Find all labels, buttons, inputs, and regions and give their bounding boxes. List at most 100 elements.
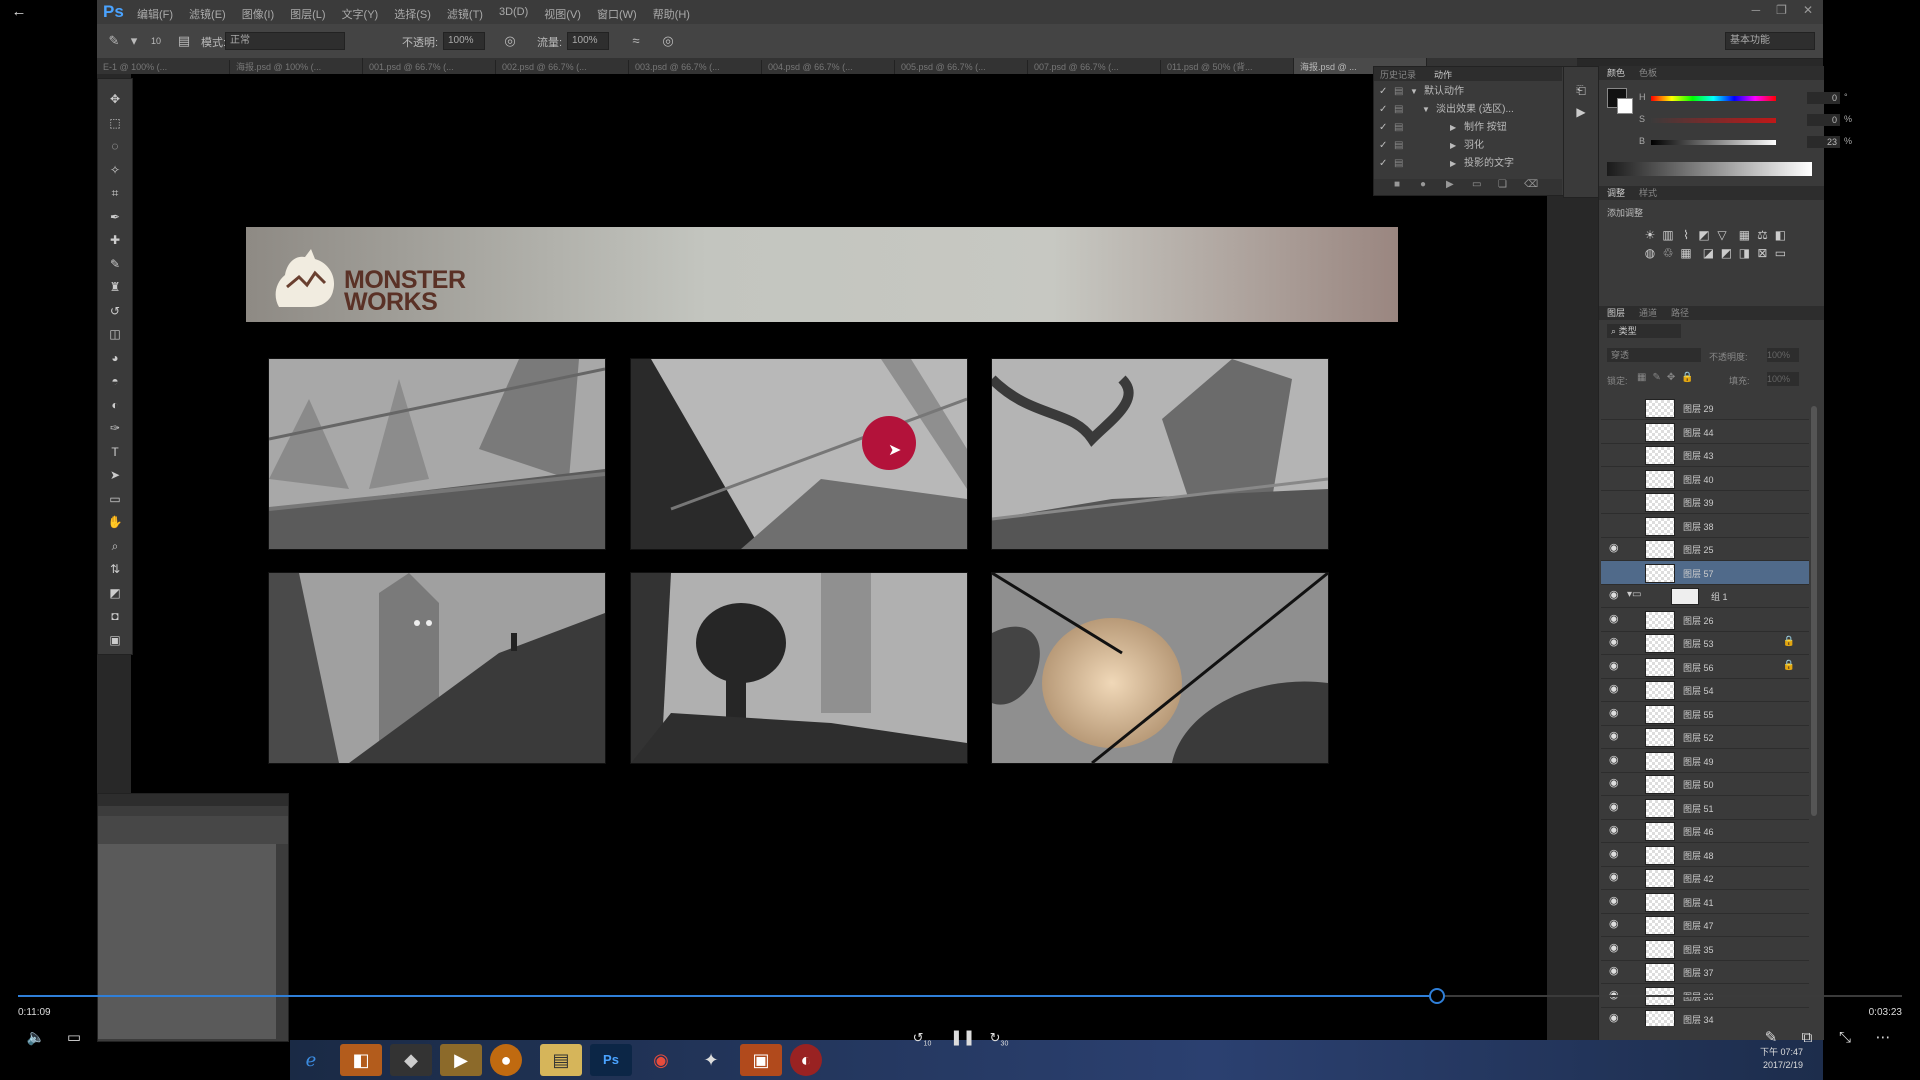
visibility-eye-icon[interactable]: ◉ — [1609, 870, 1623, 884]
shape-tool-icon[interactable]: ▭ — [107, 491, 123, 507]
zoom-tool-icon[interactable]: ⌕ — [107, 538, 123, 554]
system-clock[interactable]: 下午 07:47 2017/2/19 — [1760, 1046, 1803, 1072]
tab-layers[interactable]: 图层 — [1607, 306, 1625, 319]
menu-item[interactable]: 滤镜(E) — [189, 6, 226, 22]
app-icon-6[interactable]: ◐ — [790, 1044, 822, 1076]
visibility-eye-icon[interactable]: ◉ — [1609, 541, 1623, 555]
document-tab[interactable]: 002.psd @ 66.7% (... — [496, 60, 629, 74]
black-white-icon[interactable]: ◧ — [1771, 226, 1789, 244]
media-player-icon[interactable]: ▶ — [440, 1044, 482, 1076]
saturation-slider[interactable] — [1651, 118, 1776, 123]
dialog-toggle-icon[interactable]: ▤ — [1394, 101, 1403, 118]
visibility-eye-icon[interactable]: ◉ — [1609, 612, 1623, 626]
expand-icon[interactable]: ▶ — [1450, 137, 1456, 154]
layer-row[interactable]: 图层 44 — [1601, 420, 1809, 444]
exposure-icon[interactable]: ◩ — [1695, 226, 1713, 244]
expand-icon[interactable]: ▼ — [1422, 101, 1430, 118]
layer-row[interactable]: 图层 40 — [1601, 467, 1809, 491]
photo-filter-icon[interactable]: ◍ — [1641, 244, 1659, 262]
document-tab[interactable]: 007.psd @ 66.7% (... — [1028, 60, 1161, 74]
layer-row[interactable]: ◉ 图层 46 — [1601, 819, 1809, 843]
crop-tool-icon[interactable]: ⌗ — [107, 185, 123, 201]
photoshop-taskbar-icon[interactable]: Ps — [590, 1044, 632, 1076]
visibility-eye-icon[interactable] — [1609, 494, 1623, 508]
color-lookup-icon[interactable]: ▦ — [1677, 244, 1695, 262]
dodge-tool-icon[interactable]: ◐ — [107, 397, 123, 413]
menu-item[interactable]: 3D(D) — [499, 6, 528, 22]
saturation-value[interactable]: 0 — [1807, 114, 1840, 126]
visibility-eye-icon[interactable]: ◉ — [1609, 776, 1623, 790]
screen-mode-icon[interactable]: ▣ — [107, 632, 123, 648]
skip-back-button[interactable]: ↺10 — [911, 1028, 933, 1048]
check-icon[interactable]: ✓ — [1379, 101, 1387, 118]
layer-row[interactable]: 图层 39 — [1601, 490, 1809, 514]
captions-icon[interactable]: ▭ — [63, 1028, 85, 1048]
move-tool-icon[interactable]: ✥ — [107, 91, 123, 107]
check-icon[interactable]: ✓ — [1379, 119, 1387, 136]
layer-row[interactable]: ◉ 图层 42 — [1601, 866, 1809, 890]
canvas-area[interactable] — [131, 74, 1547, 1040]
visibility-eye-icon[interactable]: ◉ — [1609, 964, 1623, 978]
more-options-icon[interactable]: ⋯ — [1872, 1028, 1894, 1048]
chrome-icon[interactable]: ◉ — [640, 1044, 682, 1076]
curves-icon[interactable]: ⌇ — [1677, 226, 1695, 244]
marquee-tool-icon[interactable]: ⬚ — [107, 115, 123, 131]
pen-tool-icon[interactable]: ✑ — [107, 420, 123, 436]
dialog-toggle-icon[interactable]: ▤ — [1394, 155, 1403, 172]
color-swatches-icon[interactable]: ◩ — [107, 585, 123, 601]
progress-knob[interactable] — [1428, 988, 1445, 1004]
gradient-map-icon[interactable]: ▭ — [1771, 244, 1789, 262]
document-tab[interactable]: 011.psd @ 50% (背... — [1161, 58, 1294, 74]
layer-row[interactable]: 图层 29 — [1601, 396, 1809, 420]
ie-icon[interactable]: ℯ — [290, 1044, 332, 1076]
action-row[interactable]: ✓ ▤ ▶ 羽化 — [1374, 137, 1562, 154]
tab-color[interactable]: 颜色 — [1607, 66, 1625, 79]
layer-row[interactable]: ◉ 图层 56 🔒 — [1601, 655, 1809, 679]
expand-icon[interactable]: ▶ — [1450, 155, 1456, 172]
color-ramp[interactable] — [1607, 162, 1812, 176]
history-brush-icon[interactable]: ↺ — [107, 303, 123, 319]
visibility-eye-icon[interactable]: ◉ — [1609, 917, 1623, 931]
tab-styles[interactable]: 样式 — [1639, 186, 1657, 199]
threshold-icon[interactable]: ◨ — [1735, 244, 1753, 262]
eyedropper-icon[interactable]: ✒ — [107, 209, 123, 225]
hue-slider[interactable] — [1651, 96, 1776, 101]
blur-tool-icon[interactable]: ◓ — [107, 373, 123, 389]
app-icon-2[interactable]: ◆ — [390, 1044, 432, 1076]
brightness-value[interactable]: 23 — [1807, 136, 1840, 148]
back-arrow-icon[interactable]: ← — [8, 2, 30, 22]
new-action-icon[interactable]: ❏ — [1498, 179, 1507, 190]
invert-icon[interactable]: ◪ — [1699, 244, 1717, 262]
history-panel-icon[interactable]: ⎗ — [1572, 81, 1590, 99]
menu-item[interactable]: 窗口(W) — [597, 6, 637, 22]
layer-row[interactable]: 图层 43 — [1601, 443, 1809, 467]
layer-opacity-input[interactable]: 100% — [1767, 348, 1799, 362]
folder-icon[interactable]: ▾▭ — [1627, 589, 1641, 600]
visibility-eye-icon[interactable]: ◉ — [1609, 706, 1623, 720]
actions-panel-icon[interactable]: ▶ — [1572, 103, 1590, 121]
visibility-eye-icon[interactable]: ◉ — [1609, 800, 1623, 814]
document-tab[interactable]: 003.psd @ 66.7% (... — [629, 60, 762, 74]
folder-icon[interactable]: ▭ — [1472, 179, 1481, 190]
layer-row[interactable]: 图层 57 — [1601, 560, 1809, 585]
action-row[interactable]: ✓ ▤ ▶ 制作 按钮 — [1374, 119, 1562, 136]
visibility-eye-icon[interactable] — [1609, 518, 1623, 532]
action-row[interactable]: ✓ ▤ ▼ 默认动作 — [1374, 83, 1562, 100]
tab-swatches[interactable]: 色板 — [1639, 66, 1657, 79]
layer-row[interactable]: ◉ 图层 55 — [1601, 702, 1809, 726]
stamp-tool-icon[interactable]: ♜ — [107, 279, 123, 295]
file-explorer-icon[interactable]: ▤ — [540, 1044, 582, 1076]
paint-bucket-icon[interactable]: ◕ — [107, 350, 123, 366]
chevron-down-icon[interactable]: ▾ — [125, 32, 143, 50]
visibility-eye-icon[interactable]: ◉ — [1609, 659, 1623, 673]
hue-saturation-icon[interactable]: ▦ — [1735, 226, 1753, 244]
layer-row[interactable]: ◉ 图层 37 — [1601, 960, 1809, 984]
picture-in-picture-icon[interactable]: ⧉ — [1796, 1028, 1818, 1048]
layer-row[interactable]: ◉ 图层 51 — [1601, 796, 1809, 820]
airbrush-icon[interactable]: ≈ — [627, 32, 645, 50]
check-icon[interactable]: ✓ — [1379, 155, 1387, 172]
brush-panel-icon[interactable]: ▤ — [175, 32, 193, 50]
action-row[interactable]: ✓ ▤ ▼ 淡出效果 (选区)... — [1374, 101, 1562, 118]
visibility-eye-icon[interactable]: ◉ — [1609, 588, 1623, 602]
quick-mask-icon[interactable]: ◘ — [107, 608, 123, 624]
